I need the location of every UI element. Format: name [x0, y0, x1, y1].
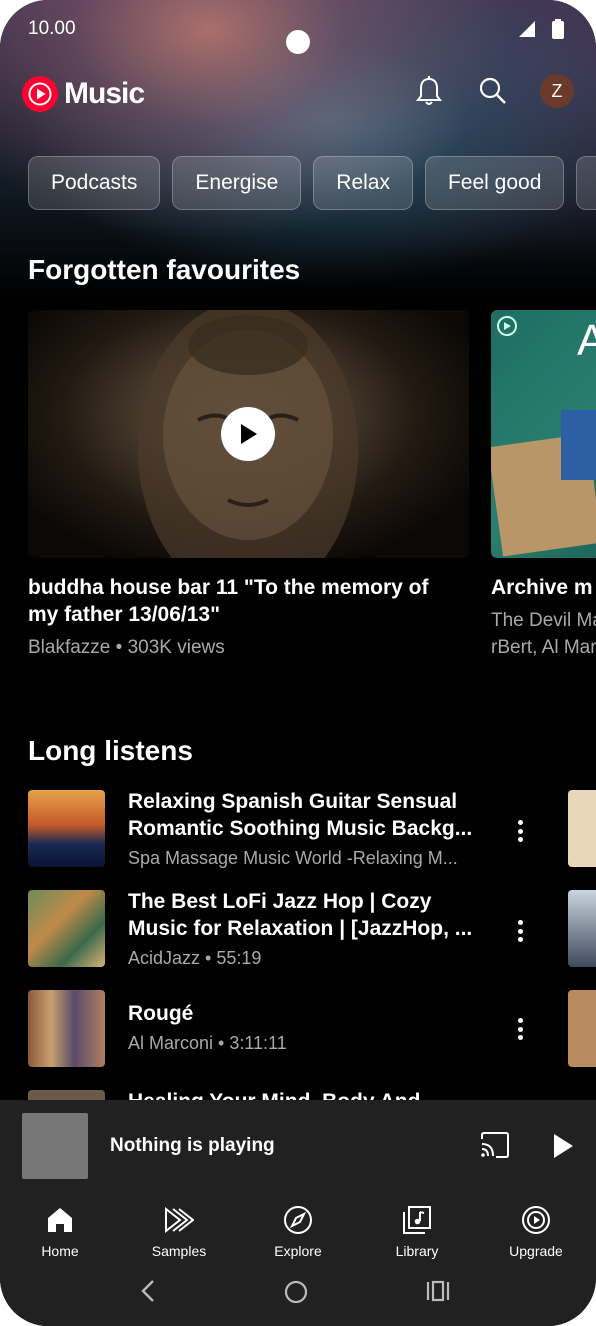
track-subtitle: AcidJazz • 55:19 — [128, 948, 262, 968]
card-title-line1: buddha house bar 11 "To the memory of — [28, 576, 429, 599]
chip-relax[interactable]: Relax — [313, 156, 413, 210]
player-status-text: Nothing is playing — [110, 1135, 275, 1156]
mini-player[interactable]: Nothing is playing — [0, 1100, 596, 1195]
track-thumbnail — [28, 790, 105, 867]
status-time: 10.00 — [28, 18, 76, 39]
mood-chips: Podcasts Energise Relax Feel good — [28, 156, 596, 210]
camera-cutout — [286, 30, 310, 54]
svg-text:A: A — [577, 316, 596, 365]
tab-home-label: Home — [41, 1243, 79, 1259]
video-thumbnail[interactable] — [28, 310, 469, 558]
more-options-icon[interactable] — [510, 816, 530, 846]
home-circle-icon[interactable] — [284, 1280, 308, 1309]
track-title: Rougé — [128, 1000, 498, 1027]
video-card[interactable]: buddha house bar 11 "To the memory of my… — [28, 310, 469, 661]
section-title-forgotten-favourites: Forgotten favourites — [28, 254, 301, 285]
play-icon — [241, 424, 257, 444]
notifications-bell-icon[interactable] — [412, 74, 446, 108]
tab-samples[interactable]: Samples — [129, 1203, 229, 1259]
track-title-line1: Relaxing Spanish Guitar Sensual — [128, 790, 458, 813]
next-column-thumbnail[interactable] — [568, 990, 596, 1067]
more-options-icon[interactable] — [510, 916, 530, 946]
album-artwork: A — [491, 316, 596, 557]
card-subtitle: Blakfazze • 303K views — [28, 637, 225, 658]
track-title: The Best LoFi Jazz Hop | Cozy Music for … — [128, 888, 498, 942]
player-play-icon[interactable] — [552, 1133, 574, 1164]
tab-upgrade-label: Upgrade — [509, 1243, 563, 1259]
library-icon — [367, 1203, 467, 1237]
track-subtitle: Spa Massage Music World -Relaxing M... — [128, 848, 458, 868]
list-item[interactable]: The Best LoFi Jazz Hop | Cozy Music for … — [28, 888, 568, 968]
tab-home[interactable]: Home — [10, 1203, 110, 1259]
track-title-line2: Romantic Soothing Music Backg... — [128, 817, 473, 840]
back-icon[interactable] — [140, 1279, 156, 1308]
tab-upgrade[interactable]: Upgrade — [486, 1203, 586, 1259]
list-item[interactable]: Rougé Al Marconi • 3:11:11 — [28, 988, 568, 1068]
tab-explore-label: Explore — [274, 1243, 322, 1259]
album-thumbnail[interactable]: A — [491, 310, 596, 558]
tab-library[interactable]: Library — [367, 1203, 467, 1259]
compass-icon — [248, 1203, 348, 1237]
cast-icon[interactable] — [480, 1132, 510, 1163]
next-column-thumbnail[interactable] — [568, 890, 596, 967]
chip-feel-good[interactable]: Feel good — [424, 156, 565, 210]
account-avatar[interactable]: Z — [540, 74, 574, 108]
more-options-icon[interactable] — [510, 1014, 530, 1044]
track-thumbnail — [28, 890, 105, 967]
chip-next[interactable] — [576, 156, 596, 210]
phone-screen: 10.00 Music Z Podcasts Energise Relax Fe… — [0, 0, 596, 1326]
list-item[interactable]: Relaxing Spanish Guitar Sensual Romantic… — [28, 788, 568, 868]
track-title-line1: Rougé — [128, 1002, 194, 1025]
samples-icon — [129, 1203, 229, 1237]
track-title: Relaxing Spanish Guitar Sensual Romantic… — [128, 788, 498, 842]
album-card-subtitle: The Devil Ma rBert, Al Mar — [491, 607, 596, 661]
tab-library-label: Library — [395, 1243, 439, 1259]
battery-icon — [552, 19, 564, 45]
logo-text: Music — [64, 77, 145, 110]
album-card-title[interactable]: Archive m — [491, 574, 596, 601]
album-card-subtitle-line1: The Devil Ma — [491, 610, 596, 631]
upgrade-icon — [486, 1203, 586, 1237]
card-title-line2: my father 13/06/13" — [28, 603, 221, 626]
play-button[interactable] — [221, 407, 275, 461]
album-card-subtitle-line2: rBert, Al Mar — [491, 637, 596, 658]
album-card[interactable]: A Archive m The Devil Ma rBert, Al Mar — [491, 310, 596, 661]
chip-energise[interactable]: Energise — [172, 156, 302, 210]
system-navigation-bar — [0, 1271, 596, 1311]
player-thumbnail — [22, 1113, 88, 1179]
track-title-line1: The Best LoFi Jazz Hop | Cozy — [128, 890, 432, 913]
signal-icon — [518, 20, 536, 44]
recent-apps-icon[interactable] — [426, 1279, 450, 1308]
home-icon — [10, 1203, 110, 1237]
track-title-line2: Music for Relaxation | [JazzHop, ... — [128, 917, 473, 940]
search-icon[interactable] — [476, 74, 510, 108]
tab-samples-label: Samples — [151, 1243, 207, 1259]
section-title-long-listens: Long listens — [28, 735, 193, 766]
music-logo-icon — [22, 76, 58, 112]
bottom-navigation: Home Samples Explore Library Upgrade — [0, 1195, 596, 1326]
youtube-music-logo[interactable]: Music — [22, 76, 145, 112]
track-thumbnail — [28, 990, 105, 1067]
app-header: Music Z — [22, 70, 574, 120]
chip-podcasts[interactable]: Podcasts — [28, 156, 161, 210]
tab-explore[interactable]: Explore — [248, 1203, 348, 1259]
track-subtitle: Al Marconi • 3:11:11 — [128, 1033, 287, 1053]
card-title[interactable]: buddha house bar 11 "To the memory of my… — [28, 574, 469, 628]
next-column-thumbnail[interactable] — [568, 790, 596, 867]
